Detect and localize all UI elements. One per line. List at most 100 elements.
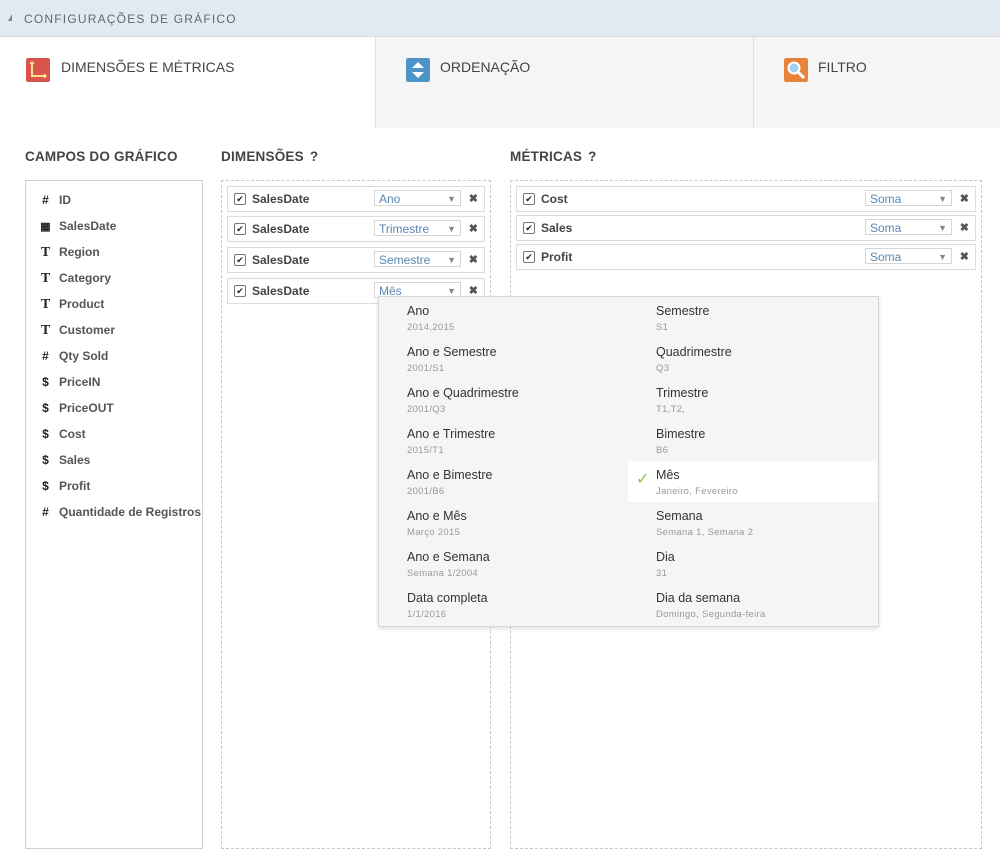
metric-row[interactable]: ✔ Sales Soma ▼ ✖ <box>516 215 976 241</box>
dimensions-section-title: DIMENSÕES? <box>221 149 318 164</box>
dropdown-option[interactable]: Dia 31 <box>628 543 877 584</box>
dropdown-option[interactable]: Ano e Bimestre 2001/B6 <box>379 461 628 502</box>
collapse-triangle-icon[interactable] <box>8 14 12 21</box>
option-label: Semana <box>656 509 703 523</box>
dimension-aggregation-select[interactable]: Trimestre ▼ <box>374 220 461 236</box>
metrics-help-icon[interactable]: ? <box>588 149 596 164</box>
select-value: Soma <box>870 250 902 264</box>
metric-name: Sales <box>541 221 573 235</box>
tab-filter[interactable]: FILTRO <box>753 37 1000 128</box>
config-header[interactable]: CONFIGURAÇÕES DE GRÁFICO <box>0 0 1000 37</box>
dropdown-option[interactable]: Quadrimestre Q3 <box>628 338 877 379</box>
option-sample: 2001/Q3 <box>407 404 446 415</box>
dimension-aggregation-select[interactable]: Ano ▼ <box>374 190 461 206</box>
field-item[interactable]: $ Sales <box>39 453 90 467</box>
option-label: Ano e Semestre <box>407 345 497 359</box>
dropdown-option[interactable]: Semana Semana 1, Semana 2 <box>628 502 877 543</box>
option-sample: B6 <box>656 445 669 456</box>
option-sample: Março 2015 <box>407 527 461 538</box>
option-label: Dia da semana <box>656 591 741 605</box>
field-item[interactable]: # ID <box>39 193 71 207</box>
row-checkbox[interactable]: ✔ <box>234 223 246 235</box>
checkmark-icon: ✓ <box>636 471 650 488</box>
dimension-row[interactable]: ✔ SalesDate Semestre ▼ ✖ <box>227 247 485 273</box>
dimensions-help-icon[interactable]: ? <box>310 149 318 164</box>
metric-aggregation-select[interactable]: Soma ▼ <box>865 219 952 235</box>
remove-icon[interactable]: ✖ <box>469 192 478 205</box>
dropdown-option[interactable]: Data completa 1/1/2016 <box>379 584 628 625</box>
dropdown-option[interactable]: Dia da semana Domingo, Segunda-feira <box>628 584 877 625</box>
remove-icon[interactable]: ✖ <box>960 221 969 234</box>
row-checkbox[interactable]: ✔ <box>523 222 535 234</box>
remove-icon[interactable]: ✖ <box>960 192 969 205</box>
field-item[interactable]: $ PriceOUT <box>39 401 114 415</box>
option-label: Ano e Quadrimestre <box>407 386 519 400</box>
field-label: Sales <box>59 453 91 467</box>
search-icon <box>784 58 808 82</box>
dropdown-option[interactable]: Ano e Trimestre 2015/T1 <box>379 420 628 461</box>
dropdown-option[interactable]: Ano 2014,2015 <box>379 297 628 338</box>
option-sample: T1,T2, <box>656 404 686 415</box>
dropdown-option[interactable]: Semestre S1 <box>628 297 877 338</box>
row-checkbox[interactable]: ✔ <box>523 193 535 205</box>
remove-icon[interactable]: ✖ <box>469 222 478 235</box>
metric-aggregation-select[interactable]: Soma ▼ <box>865 248 952 264</box>
metric-row[interactable]: ✔ Cost Soma ▼ ✖ <box>516 186 976 212</box>
row-checkbox[interactable]: ✔ <box>234 285 246 297</box>
field-label: Cost <box>59 427 86 441</box>
currency-icon: $ <box>42 453 49 467</box>
field-item[interactable]: T Category <box>39 271 111 287</box>
field-item[interactable]: # Qty Sold <box>39 349 108 363</box>
dropdown-option[interactable]: Ano e Semana Semana 1/2004 <box>379 543 628 584</box>
dropdown-option[interactable]: Ano e Semestre 2001/S1 <box>379 338 628 379</box>
option-label: Ano e Mês <box>407 509 467 523</box>
dimension-row[interactable]: ✔ SalesDate Trimestre ▼ ✖ <box>227 216 485 242</box>
metric-aggregation-select[interactable]: Soma ▼ <box>865 190 952 206</box>
option-sample: Janeiro, Fevereiro <box>656 486 738 497</box>
field-item[interactable]: T Region <box>39 245 100 261</box>
field-item[interactable]: $ Cost <box>39 427 86 441</box>
dropdown-option[interactable]: Ano e Quadrimestre 2001/Q3 <box>379 379 628 420</box>
field-item[interactable]: # Quantidade de Registros <box>39 505 201 519</box>
field-item[interactable]: T Customer <box>39 323 115 339</box>
dropdown-option-selected[interactable]: ✓ Mês Janeiro, Fevereiro <box>628 461 877 502</box>
dropdown-option[interactable]: Ano e Mês Março 2015 <box>379 502 628 543</box>
field-item[interactable]: $ Profit <box>39 479 90 493</box>
text-icon: T <box>40 297 51 312</box>
dimension-row[interactable]: ✔ SalesDate Ano ▼ ✖ <box>227 186 485 212</box>
dimension-name: SalesDate <box>252 284 310 298</box>
dropdown-option[interactable]: Bimestre B6 <box>628 420 877 461</box>
select-value: Soma <box>870 221 902 235</box>
tab-dimensions-metrics[interactable]: DIMENSÕES E MÉTRICAS <box>0 37 375 128</box>
tab-label: ORDENAÇÃO <box>440 59 531 75</box>
tab-ordering[interactable]: ORDENAÇÃO <box>375 37 753 128</box>
option-sample: 2001/B6 <box>407 486 445 497</box>
axes-icon <box>26 58 50 82</box>
row-checkbox[interactable]: ✔ <box>234 193 246 205</box>
row-checkbox[interactable]: ✔ <box>523 251 535 263</box>
row-checkbox[interactable]: ✔ <box>234 254 246 266</box>
option-sample: Semana 1/2004 <box>407 568 478 579</box>
remove-icon[interactable]: ✖ <box>469 253 478 266</box>
field-item[interactable]: $ PriceIN <box>39 375 100 389</box>
chart-fields-list: # ID ▦ SalesDate T Region T Category T Produc… <box>25 180 203 849</box>
currency-icon: $ <box>42 401 49 415</box>
select-value: Soma <box>870 192 902 206</box>
dropdown-option[interactable]: Trimestre T1,T2, <box>628 379 877 420</box>
calendar-icon: ▦ <box>40 221 51 233</box>
dimension-aggregation-select[interactable]: Semestre ▼ <box>374 251 461 267</box>
field-item[interactable]: T Product <box>39 297 105 313</box>
remove-icon[interactable]: ✖ <box>960 250 969 263</box>
option-label: Mês <box>656 468 680 482</box>
option-label: Data completa <box>407 591 488 605</box>
field-label: PriceOUT <box>59 401 114 415</box>
option-sample: Q3 <box>656 363 670 374</box>
currency-icon: $ <box>42 479 49 493</box>
number-icon: # <box>42 505 49 519</box>
dimensions-title-text: DIMENSÕES <box>221 149 304 164</box>
metric-row[interactable]: ✔ Profit Soma ▼ ✖ <box>516 244 976 270</box>
field-item[interactable]: ▦ SalesDate <box>39 219 116 233</box>
text-icon: T <box>40 271 51 286</box>
option-sample: 31 <box>656 568 668 579</box>
chevron-down-icon: ▼ <box>447 255 456 265</box>
